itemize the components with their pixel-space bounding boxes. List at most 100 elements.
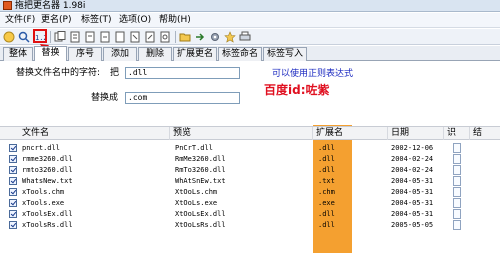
tab-sequence[interactable]: 序号: [68, 47, 102, 61]
cell-extension: .txt: [318, 177, 335, 185]
col-attr[interactable]: 识: [444, 127, 470, 140]
table-row[interactable]: xTools.chm XtOoLs.chm .chm 2004-05-31: [0, 187, 500, 197]
cell-date: 2005-05-05: [391, 221, 434, 229]
table-row[interactable]: WhatsNew.txt WhAtSnEw.txt .txt 2004-05-3…: [0, 176, 500, 186]
menu-rename[interactable]: 更名(P): [38, 14, 74, 27]
cell-date: 2004-05-31: [391, 199, 434, 207]
cell-preview: RmTo3260.dll: [175, 166, 226, 174]
cell-preview: XtOoLs.chm: [175, 188, 218, 196]
file-table-header: 文件名 预览 扩展名 日期 识 结: [0, 126, 500, 140]
cell-preview: XtOoLsEx.dll: [175, 210, 226, 218]
cell-date: 2004-05-31: [391, 210, 434, 218]
table-row[interactable]: rmme3260.dll RmMe3260.dll .dll 2004-02-2…: [0, 154, 500, 164]
file-icon: [453, 143, 461, 153]
cell-filename: rmto3260.dll: [22, 166, 73, 174]
row-checkbox[interactable]: [9, 155, 17, 163]
menu-tags[interactable]: 标签(T): [78, 14, 115, 27]
tab-overall[interactable]: 整体: [3, 47, 33, 61]
cell-extension: .dll: [318, 155, 335, 163]
replace-input[interactable]: .com: [125, 92, 240, 104]
row-checkbox[interactable]: [9, 221, 17, 229]
star-icon[interactable]: [224, 31, 236, 43]
row-checkbox[interactable]: [9, 188, 17, 196]
file-icon: [453, 176, 461, 186]
regex-tip: 可以使用正则表达式: [272, 69, 354, 79]
cell-filename: xTools.chm: [22, 188, 65, 196]
tab-tag-naming[interactable]: 标签命名: [218, 47, 262, 61]
file-icon: [453, 220, 461, 230]
cell-extension: .dll: [318, 166, 335, 174]
cell-filename: xTools.exe: [22, 199, 65, 207]
window-title: 拖把更名器 1.98i: [15, 1, 86, 11]
table-row[interactable]: pncrt.dll PnCrT.dll .dll 2002-12-06: [0, 143, 500, 153]
col-extension[interactable]: 扩展名: [313, 127, 388, 140]
cell-date: 2004-02-24: [391, 166, 434, 174]
row-checkbox[interactable]: [9, 210, 17, 218]
menu-bar: 文件(F) 更名(P) 标签(T) 选项(O) 帮助(H): [0, 13, 500, 28]
col-date[interactable]: 日期: [388, 127, 444, 140]
cell-extension: .dll: [318, 144, 335, 152]
file-icon: [453, 187, 461, 197]
tab-add[interactable]: 添加: [103, 47, 137, 61]
open-icon[interactable]: [3, 31, 15, 43]
toolbar-highlight-box: [33, 29, 47, 43]
cell-filename: rmme3260.dll: [22, 155, 73, 163]
file-icon: [453, 209, 461, 219]
col-filename[interactable]: 文件名: [0, 127, 170, 140]
gear-icon[interactable]: [209, 31, 221, 43]
file-icon: [453, 165, 461, 175]
cell-preview: WhAtSnEw.txt: [175, 177, 226, 185]
tab-extension-rename[interactable]: 扩展更名: [173, 47, 217, 61]
doc-icon[interactable]: [84, 31, 96, 43]
cell-filename: xToolsRs.dll: [22, 221, 73, 229]
doc-icon[interactable]: [69, 31, 81, 43]
row-checkbox[interactable]: [9, 166, 17, 174]
row-checkbox[interactable]: [9, 199, 17, 207]
menu-help[interactable]: 帮助(H): [156, 14, 194, 27]
tab-tag-write[interactable]: 标签写入: [263, 47, 307, 61]
table-row[interactable]: xToolsRs.dll XtOoLsRs.dll .dll 2005-05-0…: [0, 220, 500, 230]
folder-icon[interactable]: [179, 31, 191, 43]
arrow-icon[interactable]: [194, 31, 206, 43]
row-checkbox[interactable]: [9, 144, 17, 152]
search-icon[interactable]: [18, 31, 30, 43]
tab-delete[interactable]: 删除: [138, 47, 172, 61]
tab-replace[interactable]: 替换: [34, 46, 67, 61]
cell-date: 2004-05-31: [391, 177, 434, 185]
row-checkbox[interactable]: [9, 177, 17, 185]
cell-filename: xToolsEx.dll: [22, 210, 73, 218]
cell-preview: RmMe3260.dll: [175, 155, 226, 163]
doc-icon[interactable]: [99, 31, 111, 43]
copy-icon[interactable]: [54, 31, 66, 43]
cell-extension: .dll: [318, 210, 335, 218]
cell-extension: .exe: [318, 199, 335, 207]
toolbar: 1.2: [0, 29, 500, 45]
replace-label: 替换成: [91, 93, 119, 103]
cell-filename: pncrt.dll: [22, 144, 60, 152]
table-row[interactable]: xTools.exe XtOoLs.exe .exe 2004-05-31: [0, 198, 500, 208]
cell-preview: XtOoLsRs.dll: [175, 221, 226, 229]
file-icon: [453, 154, 461, 164]
table-row[interactable]: rmto3260.dll RmTo3260.dll .dll 2004-02-2…: [0, 165, 500, 175]
find-prefix-label: 把: [110, 68, 120, 78]
col-preview[interactable]: 预览: [170, 127, 313, 140]
cell-extension: .chm: [318, 188, 335, 196]
print-icon[interactable]: [239, 31, 251, 43]
cell-filename: WhatsNew.txt: [22, 177, 73, 185]
cell-date: 2002-12-06: [391, 144, 434, 152]
menu-options[interactable]: 选项(O): [116, 14, 154, 27]
find-input[interactable]: .dll: [125, 67, 240, 79]
menu-file[interactable]: 文件(F): [2, 14, 38, 27]
doc-icon[interactable]: [144, 31, 156, 43]
doc-icon[interactable]: [159, 31, 171, 43]
toolbar-separator: [50, 31, 51, 43]
col-result[interactable]: 结: [470, 127, 500, 140]
cell-date: 2004-05-31: [391, 188, 434, 196]
doc-icon[interactable]: [129, 31, 141, 43]
doc-icon[interactable]: [114, 31, 126, 43]
table-row[interactable]: xToolsEx.dll XtOoLsEx.dll .dll 2004-05-3…: [0, 209, 500, 219]
file-icon: [453, 198, 461, 208]
find-label: 替换文件名中的字符:: [16, 68, 101, 78]
cell-date: 2004-02-24: [391, 155, 434, 163]
tab-bar: 整体 替换 序号 添加 删除 扩展更名 标签命名 标签写入: [0, 46, 500, 61]
